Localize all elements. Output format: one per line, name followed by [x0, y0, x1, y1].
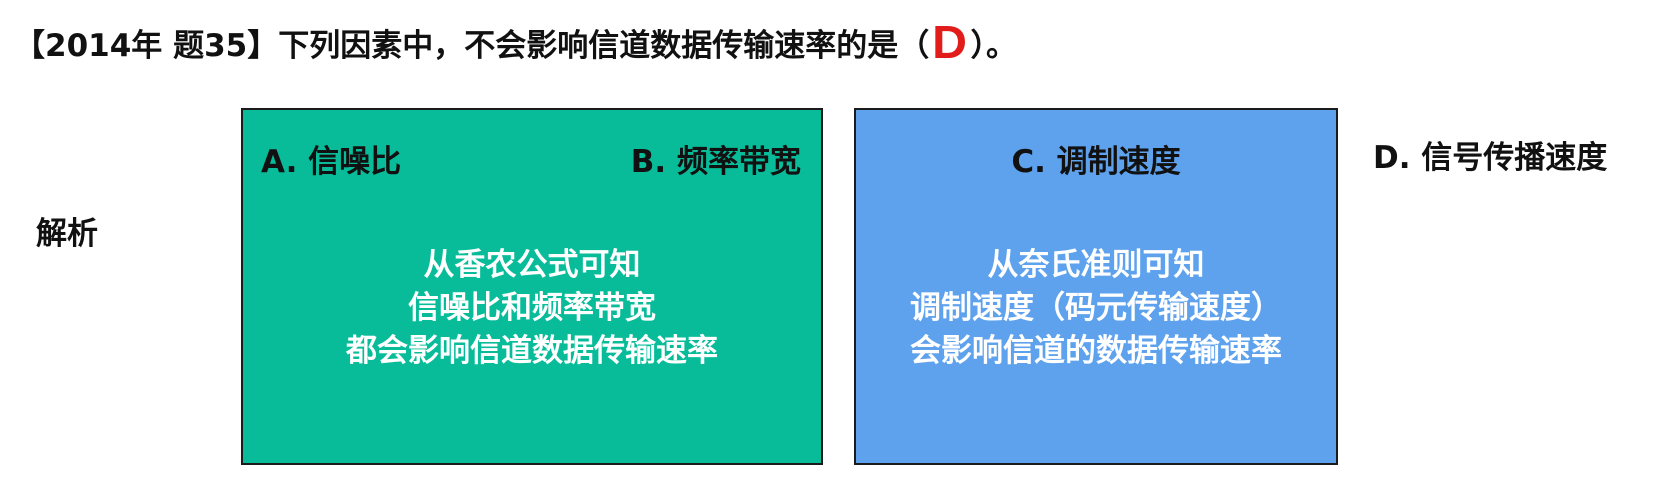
question-title: 【2014年 题35】下列因素中，不会影响信道数据传输速率的是（ D ）。 — [14, 14, 1017, 70]
analysis-label: 解析 — [36, 216, 98, 252]
question-prefix: 【2014年 题35】下列因素中，不会影响信道数据传输速率的是（ — [14, 27, 930, 64]
shannon-line-2: 信噪比和频率带宽 — [408, 290, 656, 326]
option-b: B. 频率带宽 — [630, 144, 801, 180]
option-a: A. 信噪比 — [261, 144, 402, 180]
option-d: D. 信号传播速度 — [1373, 140, 1608, 176]
nyquist-panel: C. 调制速度 从奈氏准则可知 调制速度（码元传输速度） 会影响信道的数据传输速… — [854, 108, 1338, 465]
nyquist-line-2: 调制速度（码元传输速度） — [910, 290, 1282, 326]
answer-letter: D — [932, 16, 968, 68]
nyquist-line-3: 会影响信道的数据传输速率 — [910, 333, 1282, 369]
question-suffix: ）。 — [970, 27, 1017, 64]
shannon-line-3: 都会影响信道数据传输速率 — [346, 333, 718, 369]
nyquist-explanation: 从奈氏准则可知 调制速度（码元传输速度） 会影响信道的数据传输速率 — [856, 244, 1336, 373]
shannon-line-1: 从香农公式可知 — [423, 247, 641, 283]
shannon-panel: A. 信噪比 B. 频率带宽 从香农公式可知 信噪比和频率带宽 都会影响信道数据… — [241, 108, 823, 465]
option-c: C. 调制速度 — [1011, 144, 1181, 180]
shannon-explanation: 从香农公式可知 信噪比和频率带宽 都会影响信道数据传输速率 — [243, 244, 821, 373]
nyquist-line-1: 从奈氏准则可知 — [987, 247, 1205, 283]
